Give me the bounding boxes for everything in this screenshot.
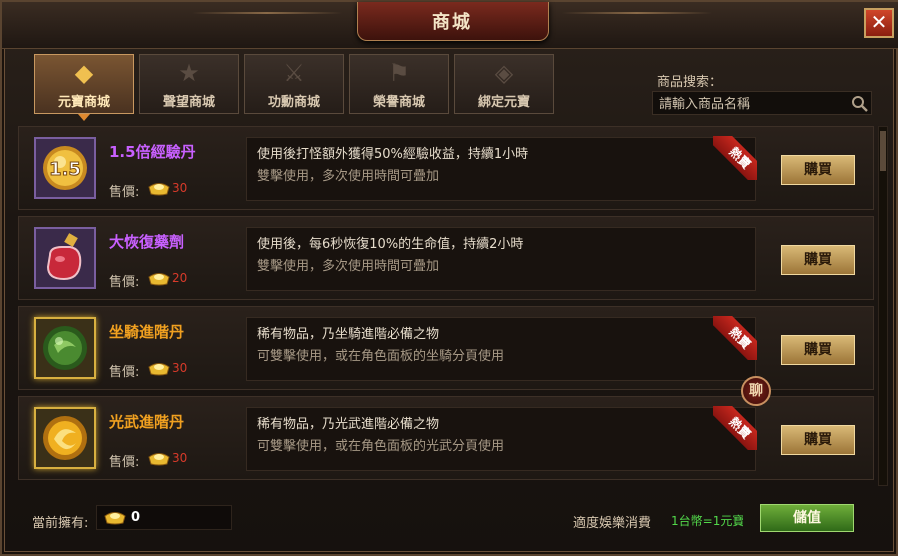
close-icon: ✕ xyxy=(870,10,888,34)
tab-reputation-shop[interactable]: ★ 聲望商城 xyxy=(139,54,239,114)
chat-icon[interactable]: 聊 xyxy=(741,376,771,406)
search-input[interactable] xyxy=(657,94,846,114)
item-icon-frame[interactable] xyxy=(34,227,96,289)
recharge-button[interactable]: 儲值 xyxy=(760,504,854,532)
title-bar: 商城 ✕ xyxy=(2,2,898,49)
active-tab-indicator xyxy=(78,114,90,121)
tab-label: 功勳商城 xyxy=(267,95,320,110)
bound-ingot-tab-icon: ◈ xyxy=(494,59,514,87)
exp-pill-label: 1.5 xyxy=(49,159,81,180)
ingot-icon xyxy=(148,183,170,196)
ingot-tab-icon: ◆ xyxy=(74,59,94,87)
tab-honor-shop[interactable]: ⚑ 榮譽商城 xyxy=(349,54,449,114)
item-price: 30 xyxy=(172,181,188,195)
item-name: 1.5倍經驗丹 xyxy=(109,143,196,161)
buy-button[interactable]: 購買 xyxy=(781,155,855,185)
shop-window: 商城 ✕ ◆ 元寶商城 ★ 聲望商城 ⚔ 功勳商城 ⚑ 榮譽商城 ◈ 綁定元寶 … xyxy=(0,0,898,556)
spending-notice: 適度娛樂消費 xyxy=(573,516,652,531)
tab-merit-shop[interactable]: ⚔ 功勳商城 xyxy=(244,54,344,114)
balance-label: 當前擁有: xyxy=(32,516,89,531)
item-description: 使用後，每6秒恢復10%的生命值，持續2小時 雙擊使用，多次使用時間可疊加 xyxy=(246,227,756,291)
swords-tab-icon: ⚔ xyxy=(283,59,305,87)
search-icon[interactable] xyxy=(851,95,868,112)
title-ornament-left xyxy=(192,12,342,14)
hot-sale-label: 熱賣 xyxy=(713,316,757,360)
description-line-1: 使用後，每6秒恢復10%的生命值，持續2小時 xyxy=(257,237,524,252)
price-label: 售價: xyxy=(109,365,140,380)
list-item: 1.5 1.5倍經驗丹 售價: 30 使用後打怪額外獲得50%經驗收益，持續1小… xyxy=(18,126,874,210)
item-name: 坐騎進階丹 xyxy=(109,323,185,341)
tab-label: 聲望商城 xyxy=(162,95,215,110)
hot-sale-ribbon: 熱賣 xyxy=(713,136,757,180)
item-description: 稀有物品，乃坐騎進階必備之物 可雙擊使用，或在角色面板的坐騎分頁使用 xyxy=(246,317,756,381)
buy-button[interactable]: 購買 xyxy=(781,245,855,275)
hot-sale-ribbon: 熱賣 xyxy=(713,406,757,450)
tab-label: 綁定元寶 xyxy=(477,95,530,110)
description-line-2: 可雙擊使用，或在角色面板的光武分頁使用 xyxy=(257,439,505,454)
description-line-2: 雙擊使用，多次使用時間可疊加 xyxy=(257,259,440,274)
description-line-2: 可雙擊使用，或在角色面板的坐騎分頁使用 xyxy=(257,349,505,364)
list-item: 大恢復藥劑 售價: 20 使用後，每6秒恢復10%的生命值，持續2小時 雙擊使用… xyxy=(18,216,874,300)
mount-pill-icon xyxy=(43,326,87,370)
ingot-icon xyxy=(148,273,170,286)
item-price: 20 xyxy=(172,271,188,285)
ingot-icon xyxy=(148,453,170,466)
hot-sale-label: 熱賣 xyxy=(713,406,757,450)
item-icon-frame[interactable]: 1.5 xyxy=(34,137,96,199)
item-description: 稀有物品，乃光武進階必備之物 可雙擊使用，或在角色面板的光武分頁使用 xyxy=(246,407,756,471)
price-label: 售價: xyxy=(109,185,140,200)
close-button[interactable]: ✕ xyxy=(864,8,894,38)
description-line-1: 稀有物品，乃光武進階必備之物 xyxy=(257,417,440,432)
item-list: 1.5 1.5倍經驗丹 售價: 30 使用後打怪額外獲得50%經驗收益，持續1小… xyxy=(18,126,874,486)
hot-sale-label: 熱賣 xyxy=(713,136,757,180)
weapon-pill-icon xyxy=(43,416,87,460)
description-line-2: 雙擊使用，多次使用時間可疊加 xyxy=(257,169,440,184)
description-line-1: 使用後打怪額外獲得50%經驗收益，持續1小時 xyxy=(257,147,529,162)
price-label: 售價: xyxy=(109,455,140,470)
item-price: 30 xyxy=(172,451,188,465)
tab-label: 榮譽商城 xyxy=(372,95,425,110)
buy-button[interactable]: 購買 xyxy=(781,425,855,455)
scroll-thumb[interactable] xyxy=(880,131,886,171)
tab-yuanbao-shop[interactable]: ◆ 元寶商城 xyxy=(34,54,134,114)
buy-button[interactable]: 購買 xyxy=(781,335,855,365)
potion-icon xyxy=(46,233,82,281)
exchange-rate: 1台幣=1元寶 xyxy=(671,514,743,528)
ingot-icon xyxy=(148,363,170,376)
item-description: 使用後打怪額外獲得50%經驗收益，持續1小時 雙擊使用，多次使用時間可疊加 xyxy=(246,137,756,201)
star-tab-icon: ★ xyxy=(178,59,200,87)
list-scrollbar[interactable] xyxy=(878,126,888,486)
tab-bound-yuanbao[interactable]: ◈ 綁定元寶 xyxy=(454,54,554,114)
list-item: 坐騎進階丹 售價: 30 稀有物品，乃坐騎進階必備之物 可雙擊使用，或在角色面板… xyxy=(18,306,874,390)
exp-pill-icon: 1.5 xyxy=(43,146,87,190)
hot-sale-ribbon: 熱賣 xyxy=(713,316,757,360)
title-ornament-right xyxy=(562,12,712,14)
search-label: 商品搜索： xyxy=(657,75,723,90)
item-icon-frame[interactable] xyxy=(34,407,96,469)
item-name: 大恢復藥劑 xyxy=(109,233,185,251)
window-title: 商城 xyxy=(432,12,472,33)
tab-label: 元寶商城 xyxy=(57,95,110,110)
banner-tab-icon: ⚑ xyxy=(388,59,410,87)
ingot-icon xyxy=(104,512,126,525)
item-icon-frame[interactable] xyxy=(34,317,96,379)
search-box xyxy=(652,91,872,115)
balance-display: 0 xyxy=(96,505,232,530)
balance-value: 0 xyxy=(131,510,141,525)
list-item: 光武進階丹 售價: 30 稀有物品，乃光武進階必備之物 可雙擊使用，或在角色面板… xyxy=(18,396,874,480)
description-line-1: 稀有物品，乃坐騎進階必備之物 xyxy=(257,327,440,342)
item-price: 30 xyxy=(172,361,188,375)
item-name: 光武進階丹 xyxy=(109,413,185,431)
price-label: 售價: xyxy=(109,275,140,290)
